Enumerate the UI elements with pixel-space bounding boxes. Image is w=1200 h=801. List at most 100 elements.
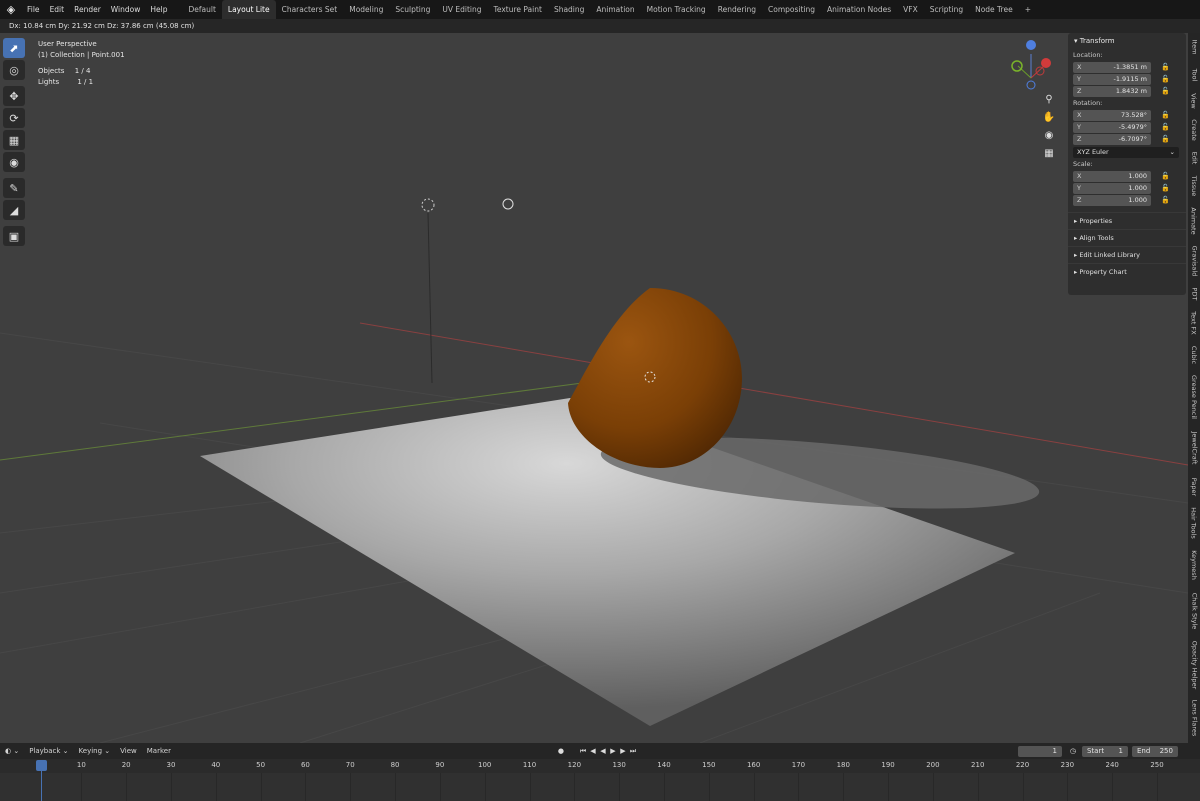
rotation-mode-select[interactable]: XYZ Euler ⌄ bbox=[1073, 147, 1179, 158]
ruler-tick-label: 30 bbox=[166, 761, 176, 769]
workspace-tab-uv-editing[interactable]: UV Editing bbox=[436, 0, 487, 19]
tab-text-fx[interactable]: Text FX bbox=[1188, 307, 1200, 339]
workspace-tab-shading[interactable]: Shading bbox=[548, 0, 590, 19]
location-y-field[interactable]: Y -1.9115 m bbox=[1073, 73, 1151, 85]
next-keyframe-icon[interactable]: ▶ bbox=[618, 746, 628, 756]
rotation-y-field[interactable]: Y -5.4979° bbox=[1073, 121, 1151, 133]
hand-icon[interactable]: ✋ bbox=[1041, 109, 1057, 125]
lock-icon[interactable]: 🔓 bbox=[1161, 75, 1171, 83]
lock-icon[interactable]: 🔓 bbox=[1161, 111, 1171, 119]
workspace-tab-modeling[interactable]: Modeling bbox=[343, 0, 389, 19]
menu-help[interactable]: Help bbox=[145, 0, 172, 19]
lock-icon[interactable]: 🔓 bbox=[1161, 135, 1171, 143]
current-frame-field[interactable]: 1 bbox=[1017, 745, 1062, 757]
jump-end-icon[interactable]: ⏭ bbox=[628, 746, 638, 756]
grid-icon[interactable]: ▦ bbox=[1041, 145, 1057, 161]
section-properties[interactable]: ▸ Properties bbox=[1068, 212, 1186, 229]
workspace-tab-animation[interactable]: Animation bbox=[590, 0, 640, 19]
workspace-tab-motion-tracking[interactable]: Motion Tracking bbox=[641, 0, 712, 19]
workspace-tab-texture-paint[interactable]: Texture Paint bbox=[488, 0, 548, 19]
tab-view[interactable]: View bbox=[1188, 89, 1200, 113]
tab-lens-flares[interactable]: Lens Flares bbox=[1188, 695, 1200, 741]
menu-window[interactable]: Window bbox=[106, 0, 146, 19]
add-cube-tool-icon[interactable]: ▣ bbox=[3, 226, 25, 246]
tab-jewelcraft[interactable]: JewelCraft bbox=[1188, 425, 1200, 471]
scale-x-field[interactable]: X 1.000 bbox=[1073, 170, 1151, 182]
scale-y-field[interactable]: Y 1.000 bbox=[1073, 182, 1151, 194]
jump-start-icon[interactable]: ⏮ bbox=[578, 746, 588, 756]
tab-create[interactable]: Create bbox=[1188, 115, 1200, 145]
timeline-ruler[interactable]: 1102030405060708090100110120130140150160… bbox=[0, 759, 1200, 773]
workspace-tab-default[interactable]: Default bbox=[182, 0, 221, 19]
lock-icon[interactable]: 🔓 bbox=[1161, 196, 1171, 204]
tab-hair-tools[interactable]: Hair Tools bbox=[1188, 503, 1200, 543]
tab-keymesh[interactable]: Keymesh bbox=[1188, 545, 1200, 585]
workspace-tab-characters-set[interactable]: Characters Set bbox=[276, 0, 344, 19]
annotate-tool-icon[interactable]: ✎ bbox=[3, 178, 25, 198]
scale-tool-icon[interactable]: ▦ bbox=[3, 130, 25, 150]
scale-z-field[interactable]: Z 1.000 bbox=[1073, 194, 1151, 206]
workspace-tab-compositing[interactable]: Compositing bbox=[762, 0, 821, 19]
location-x-field[interactable]: X -1.3851 m bbox=[1073, 61, 1151, 73]
section-align-tools[interactable]: ▸ Align Tools bbox=[1068, 229, 1186, 246]
start-frame-field[interactable]: Start 1 bbox=[1081, 745, 1128, 757]
tab-cubic[interactable]: Cubic bbox=[1188, 341, 1200, 369]
editor-type-icon[interactable]: ◐ ⌄ bbox=[0, 747, 24, 755]
playback-menu[interactable]: Playback ⌄ bbox=[24, 747, 73, 755]
menu-file[interactable]: File bbox=[22, 0, 45, 19]
zoom-icon[interactable]: ⚲ bbox=[1041, 91, 1057, 107]
select-box-tool-icon[interactable]: ⬈ bbox=[3, 38, 25, 58]
transform-header[interactable]: ▾ Transform bbox=[1068, 33, 1186, 49]
menu-render[interactable]: Render bbox=[69, 0, 106, 19]
tab-tissue[interactable]: Tissue bbox=[1188, 171, 1200, 201]
menu-edit[interactable]: Edit bbox=[45, 0, 70, 19]
measure-tool-icon[interactable]: ◢ bbox=[3, 200, 25, 220]
section-property-chart[interactable]: ▸ Property Chart bbox=[1068, 263, 1186, 280]
tab-animate[interactable]: Animate bbox=[1188, 203, 1200, 239]
workspace-tab-layout-lite[interactable]: Layout Lite bbox=[221, 0, 276, 19]
section-edit-linked-library[interactable]: ▸ Edit Linked Library bbox=[1068, 246, 1186, 263]
tab-chalk-style[interactable]: Chalk Style bbox=[1188, 587, 1200, 635]
cursor-tool-icon[interactable]: ◎ bbox=[3, 60, 25, 80]
play-icon[interactable]: ▶ bbox=[608, 746, 618, 756]
3d-viewport[interactable]: User Perspective (1) Collection | Point.… bbox=[0, 33, 1188, 743]
tab-opacity-helper[interactable]: Opacity Helper bbox=[1188, 637, 1200, 693]
workspace-tab-animation-nodes[interactable]: Animation Nodes bbox=[821, 0, 897, 19]
view-menu[interactable]: View bbox=[115, 747, 142, 755]
tab-edit[interactable]: Edit bbox=[1188, 147, 1200, 169]
workspace-tab-sculpting[interactable]: Sculpting bbox=[389, 0, 436, 19]
record-icon[interactable]: ● bbox=[556, 746, 566, 756]
transform-tool-icon[interactable]: ◉ bbox=[3, 152, 25, 172]
lock-icon[interactable]: 🔓 bbox=[1161, 63, 1171, 71]
workspace-tab-node-tree[interactable]: Node Tree bbox=[969, 0, 1019, 19]
workspace-tab-rendering[interactable]: Rendering bbox=[712, 0, 762, 19]
blender-logo-icon[interactable]: ◈ bbox=[4, 3, 18, 17]
move-tool-icon[interactable]: ✥ bbox=[3, 86, 25, 106]
location-z-field[interactable]: Z 1.8432 m bbox=[1073, 85, 1151, 97]
rotate-tool-icon[interactable]: ⟳ bbox=[3, 108, 25, 128]
end-frame-field[interactable]: End 250 bbox=[1131, 745, 1178, 757]
tab-item[interactable]: Item bbox=[1188, 35, 1200, 59]
add-workspace-button[interactable]: + bbox=[1019, 0, 1037, 19]
play-reverse-icon[interactable]: ◀ bbox=[598, 746, 608, 756]
lock-icon[interactable]: 🔓 bbox=[1161, 123, 1171, 131]
marker-menu[interactable]: Marker bbox=[142, 747, 176, 755]
lock-icon[interactable]: 🔓 bbox=[1161, 172, 1171, 180]
workspace-tab-scripting[interactable]: Scripting bbox=[924, 0, 969, 19]
tab-paper[interactable]: Paper bbox=[1188, 473, 1200, 501]
tab-gravisald[interactable]: Gravisald bbox=[1188, 241, 1200, 281]
workspace-tab-vfx[interactable]: VFX bbox=[897, 0, 924, 19]
tab-tool[interactable]: Tool bbox=[1188, 63, 1200, 87]
playhead-marker[interactable] bbox=[36, 760, 47, 771]
prev-keyframe-icon[interactable]: ◀ bbox=[588, 746, 598, 756]
rotation-z-field[interactable]: Z -6.7097° bbox=[1073, 133, 1151, 145]
clock-icon[interactable]: ◷ bbox=[1068, 746, 1078, 756]
lock-icon[interactable]: 🔓 bbox=[1161, 87, 1171, 95]
timeline-track-area[interactable] bbox=[0, 773, 1200, 801]
rotation-x-field[interactable]: X 73.528° bbox=[1073, 109, 1151, 121]
tab-pdt[interactable]: PDT bbox=[1188, 283, 1200, 305]
camera-icon[interactable]: ◉ bbox=[1041, 127, 1057, 143]
keying-menu[interactable]: Keying ⌄ bbox=[74, 747, 116, 755]
tab-grease-pencil[interactable]: Grease Pencil bbox=[1188, 371, 1200, 423]
lock-icon[interactable]: 🔓 bbox=[1161, 184, 1171, 192]
